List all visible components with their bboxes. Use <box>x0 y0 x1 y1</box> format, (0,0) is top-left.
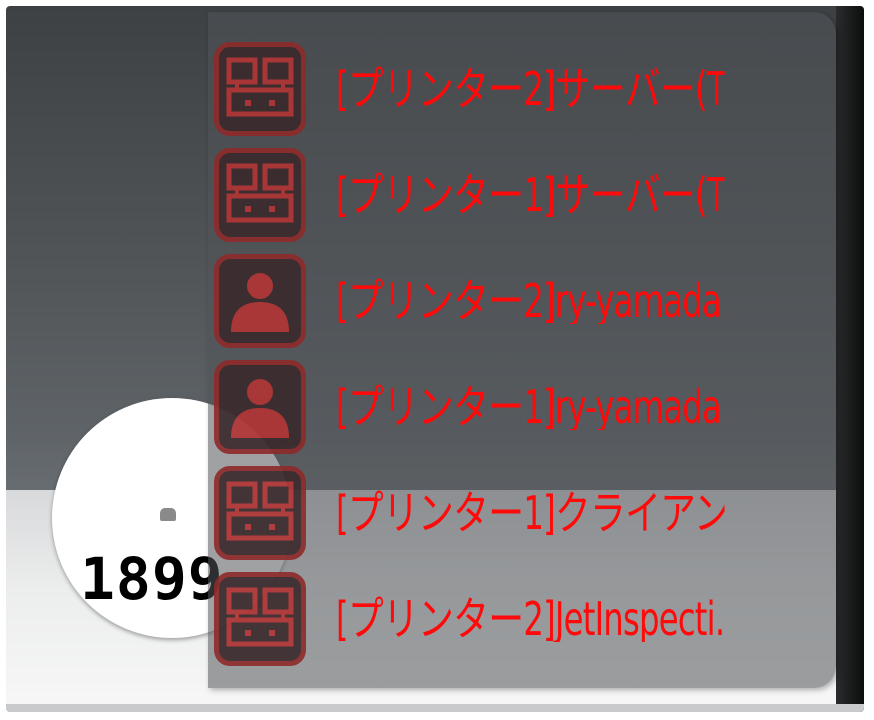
notification-item[interactable]: [プリンター2]サーバー(T... <box>214 36 834 142</box>
notification-item[interactable]: [プリンター2]JetInspecti... <box>214 566 834 672</box>
notification-item[interactable]: [プリンター2]ry-yamada... <box>214 248 834 354</box>
notification-text: [プリンター1]ry-yamada... <box>336 384 725 430</box>
notification-text: [プリンター2]JetInspecti... <box>336 596 725 642</box>
dial-indicator-icon <box>160 508 176 521</box>
notification-item[interactable]: [プリンター1]サーバー(T... <box>214 142 834 248</box>
notification-text: [プリンター1]クライアント... <box>336 490 724 536</box>
network-device-icon <box>214 148 306 242</box>
notification-item[interactable]: [プリンター1]ry-yamada... <box>214 354 834 460</box>
user-icon <box>214 360 306 454</box>
network-device-icon <box>214 42 306 136</box>
counter-value: 1899 <box>80 545 224 613</box>
notification-list: [プリンター2]サーバー(T... [プリンター1]サーバー(T... [プリン… <box>214 36 834 672</box>
network-device-icon <box>214 572 306 666</box>
screen-right-edge <box>836 6 864 712</box>
notification-text: [プリンター2]サーバー(T... <box>336 66 725 112</box>
screen-bottom-strip <box>6 704 864 712</box>
notification-item[interactable]: [プリンター1]クライアント... <box>214 460 834 566</box>
notification-text: [プリンター2]ry-yamada... <box>336 278 725 324</box>
user-icon <box>214 254 306 348</box>
network-device-icon <box>214 466 306 560</box>
notification-text: [プリンター1]サーバー(T... <box>336 172 725 218</box>
